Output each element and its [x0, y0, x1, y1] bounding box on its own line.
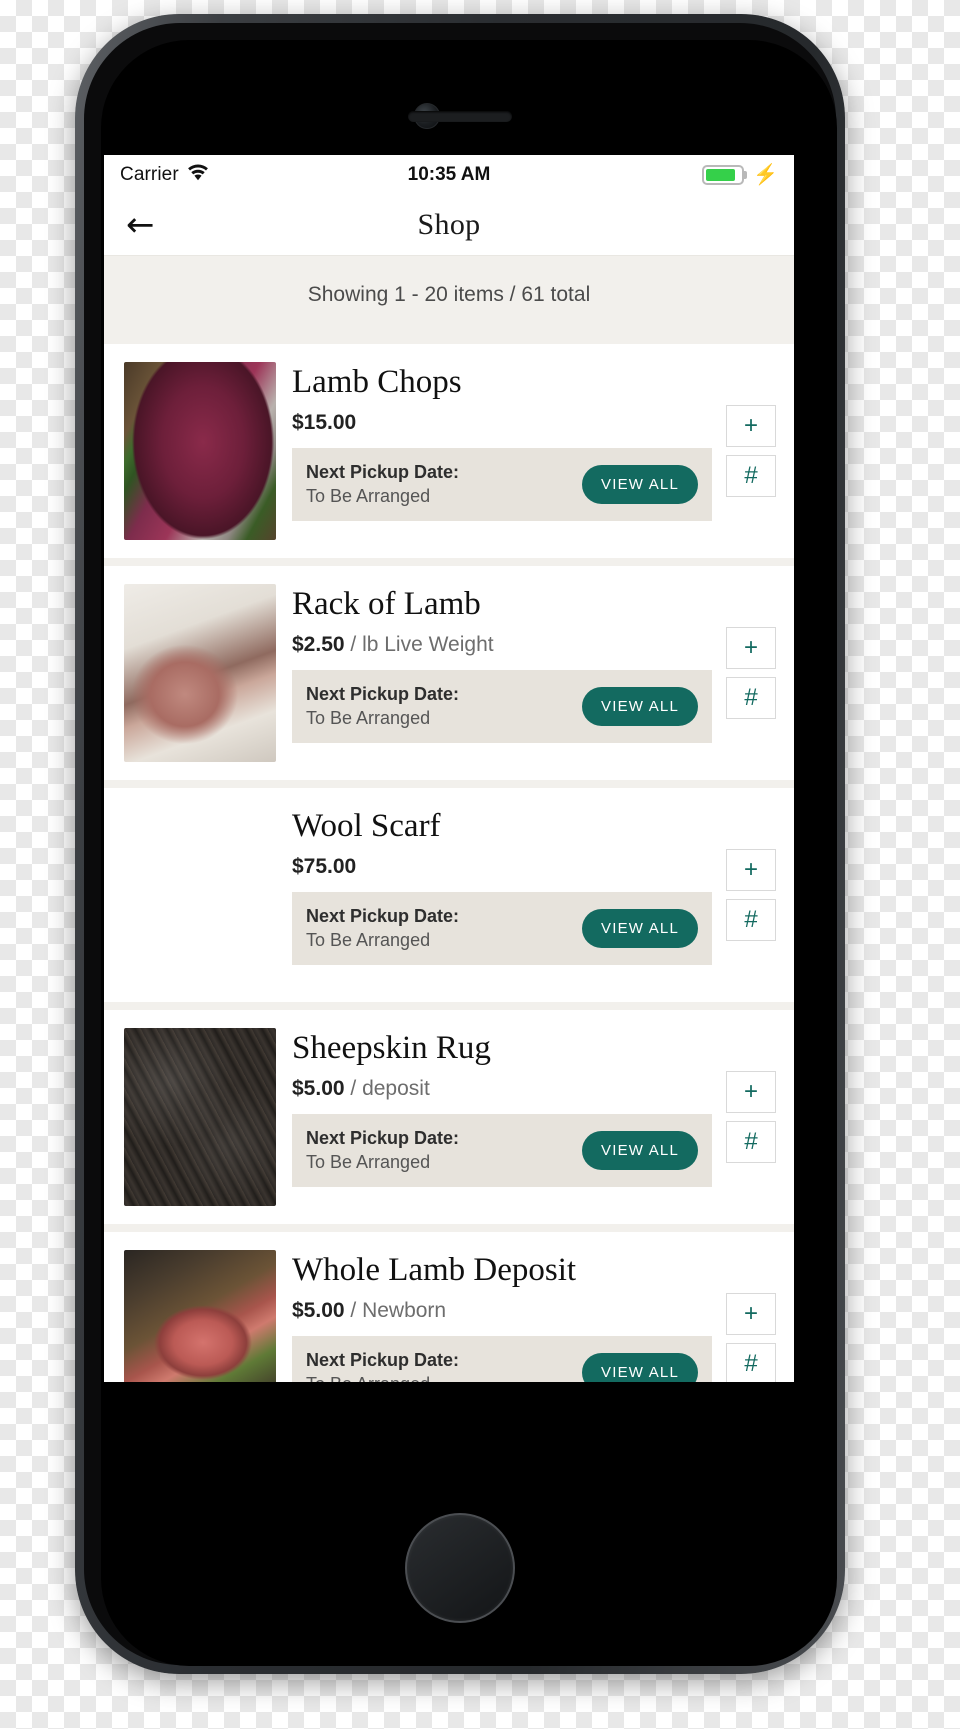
product-details: Wool Scarf $75.00 Next Pickup Date: To B… [292, 806, 712, 965]
view-all-button[interactable]: VIEW ALL [582, 464, 698, 504]
product-name: Wool Scarf [292, 808, 441, 844]
pickup-info: Next Pickup Date: To Be Arranged VIEW AL… [292, 1336, 712, 1382]
quantity-hash-icon[interactable]: # [726, 1121, 776, 1163]
wifi-icon [187, 164, 209, 187]
product-name: Sheepskin Rug [292, 1030, 491, 1066]
pickup-value: To Be Arranged [306, 1152, 431, 1173]
product-list: Lamb Chops $15.00 Next Pickup Date: To B… [104, 336, 794, 1382]
product-price-row: $15.00 [292, 411, 712, 434]
pickup-text: Next Pickup Date: To Be Arranged [306, 904, 459, 953]
product-price: $15.00 [292, 410, 357, 434]
pickup-value: To Be Arranged [306, 708, 431, 729]
product-unit: / lb Live Weight [344, 632, 494, 656]
product-price: $2.50 [292, 632, 345, 656]
product-card[interactable]: Wool Scarf $75.00 Next Pickup Date: To B… [104, 788, 794, 1002]
product-thumbnail[interactable] [124, 806, 276, 984]
pickup-text: Next Pickup Date: To Be Arranged [306, 682, 459, 731]
product-price-row: $5.00 / deposit [292, 1077, 712, 1100]
pickup-label: Next Pickup Date: [306, 684, 460, 705]
carrier-label: Carrier [120, 164, 179, 185]
product-details: Whole Lamb Deposit $5.00 / Newborn Next … [292, 1250, 712, 1382]
product-name: Whole Lamb Deposit [292, 1252, 577, 1288]
product-price: $75.00 [292, 854, 357, 878]
quantity-hash-icon[interactable]: # [726, 677, 776, 719]
product-name: Lamb Chops [292, 364, 462, 400]
status-bar-left: Carrier [120, 164, 209, 187]
product-actions: + # [726, 1071, 776, 1163]
quantity-hash-icon[interactable]: # [726, 1343, 776, 1382]
pickup-text: Next Pickup Date: To Be Arranged [306, 1126, 459, 1175]
lightning-bolt-icon: ⚡ [753, 164, 778, 186]
pickup-value: To Be Arranged [306, 930, 431, 951]
status-bar-right: ⚡ [702, 165, 778, 185]
product-details: Sheepskin Rug $5.00 / deposit Next Picku… [292, 1028, 712, 1187]
earpiece-speaker [408, 111, 512, 122]
pickup-info: Next Pickup Date: To Be Arranged VIEW AL… [292, 892, 712, 965]
product-actions: + # [726, 849, 776, 941]
app-screen: Carrier 10:35 AM ⚡ ← Shop Showing 1 - 20… [104, 155, 794, 1382]
product-thumbnail[interactable] [124, 362, 276, 540]
product-name: Rack of Lamb [292, 586, 481, 622]
pickup-text: Next Pickup Date: To Be Arranged [306, 1348, 459, 1382]
pickup-text: Next Pickup Date: To Be Arranged [306, 460, 459, 509]
product-thumbnail[interactable] [124, 1028, 276, 1206]
add-to-cart-icon[interactable]: + [726, 405, 776, 447]
product-price-row: $2.50 / lb Live Weight [292, 633, 712, 656]
product-price: $5.00 [292, 1076, 345, 1100]
product-unit: / Newborn [344, 1298, 447, 1322]
pickup-info: Next Pickup Date: To Be Arranged VIEW AL… [292, 670, 712, 743]
view-all-button[interactable]: VIEW ALL [582, 686, 698, 726]
product-card[interactable]: Rack of Lamb $2.50 / lb Live Weight Next… [104, 566, 794, 780]
add-to-cart-icon[interactable]: + [726, 1071, 776, 1113]
product-thumbnail[interactable] [124, 584, 276, 762]
product-price-row: $5.00 / Newborn [292, 1299, 712, 1322]
view-all-button[interactable]: VIEW ALL [582, 1352, 698, 1382]
pickup-label: Next Pickup Date: [306, 462, 460, 483]
pickup-info: Next Pickup Date: To Be Arranged VIEW AL… [292, 448, 712, 521]
home-button[interactable] [405, 1513, 515, 1623]
pickup-info: Next Pickup Date: To Be Arranged VIEW AL… [292, 1114, 712, 1187]
page-title: Shop [417, 208, 481, 241]
battery-icon [702, 165, 748, 185]
product-actions: + # [726, 1293, 776, 1382]
product-card[interactable]: Sheepskin Rug $5.00 / deposit Next Picku… [104, 1010, 794, 1224]
product-details: Rack of Lamb $2.50 / lb Live Weight Next… [292, 584, 712, 743]
product-thumbnail[interactable] [124, 1250, 276, 1382]
add-to-cart-icon[interactable]: + [726, 627, 776, 669]
quantity-hash-icon[interactable]: # [726, 899, 776, 941]
navigation-bar: ← Shop [104, 195, 794, 255]
results-count: Showing 1 - 20 items / 61 total [104, 255, 794, 336]
status-bar: Carrier 10:35 AM ⚡ [104, 155, 794, 195]
pickup-label: Next Pickup Date: [306, 1350, 460, 1371]
quantity-hash-icon[interactable]: # [726, 455, 776, 497]
product-actions: + # [726, 627, 776, 719]
view-all-button[interactable]: VIEW ALL [582, 908, 698, 948]
pickup-label: Next Pickup Date: [306, 1128, 460, 1149]
add-to-cart-icon[interactable]: + [726, 849, 776, 891]
pickup-value: To Be Arranged [306, 1372, 459, 1382]
product-card[interactable]: Whole Lamb Deposit $5.00 / Newborn Next … [104, 1232, 794, 1382]
view-all-button[interactable]: VIEW ALL [582, 1130, 698, 1170]
product-price-row: $75.00 [292, 855, 712, 878]
product-actions: + # [726, 405, 776, 497]
product-card[interactable]: Lamb Chops $15.00 Next Pickup Date: To B… [104, 344, 794, 558]
product-price: $5.00 [292, 1298, 345, 1322]
back-arrow-icon[interactable]: ← [126, 208, 155, 242]
product-unit: / deposit [344, 1076, 430, 1100]
pickup-label: Next Pickup Date: [306, 906, 460, 927]
add-to-cart-icon[interactable]: + [726, 1293, 776, 1335]
product-details: Lamb Chops $15.00 Next Pickup Date: To B… [292, 362, 712, 521]
pickup-value: To Be Arranged [306, 486, 431, 507]
